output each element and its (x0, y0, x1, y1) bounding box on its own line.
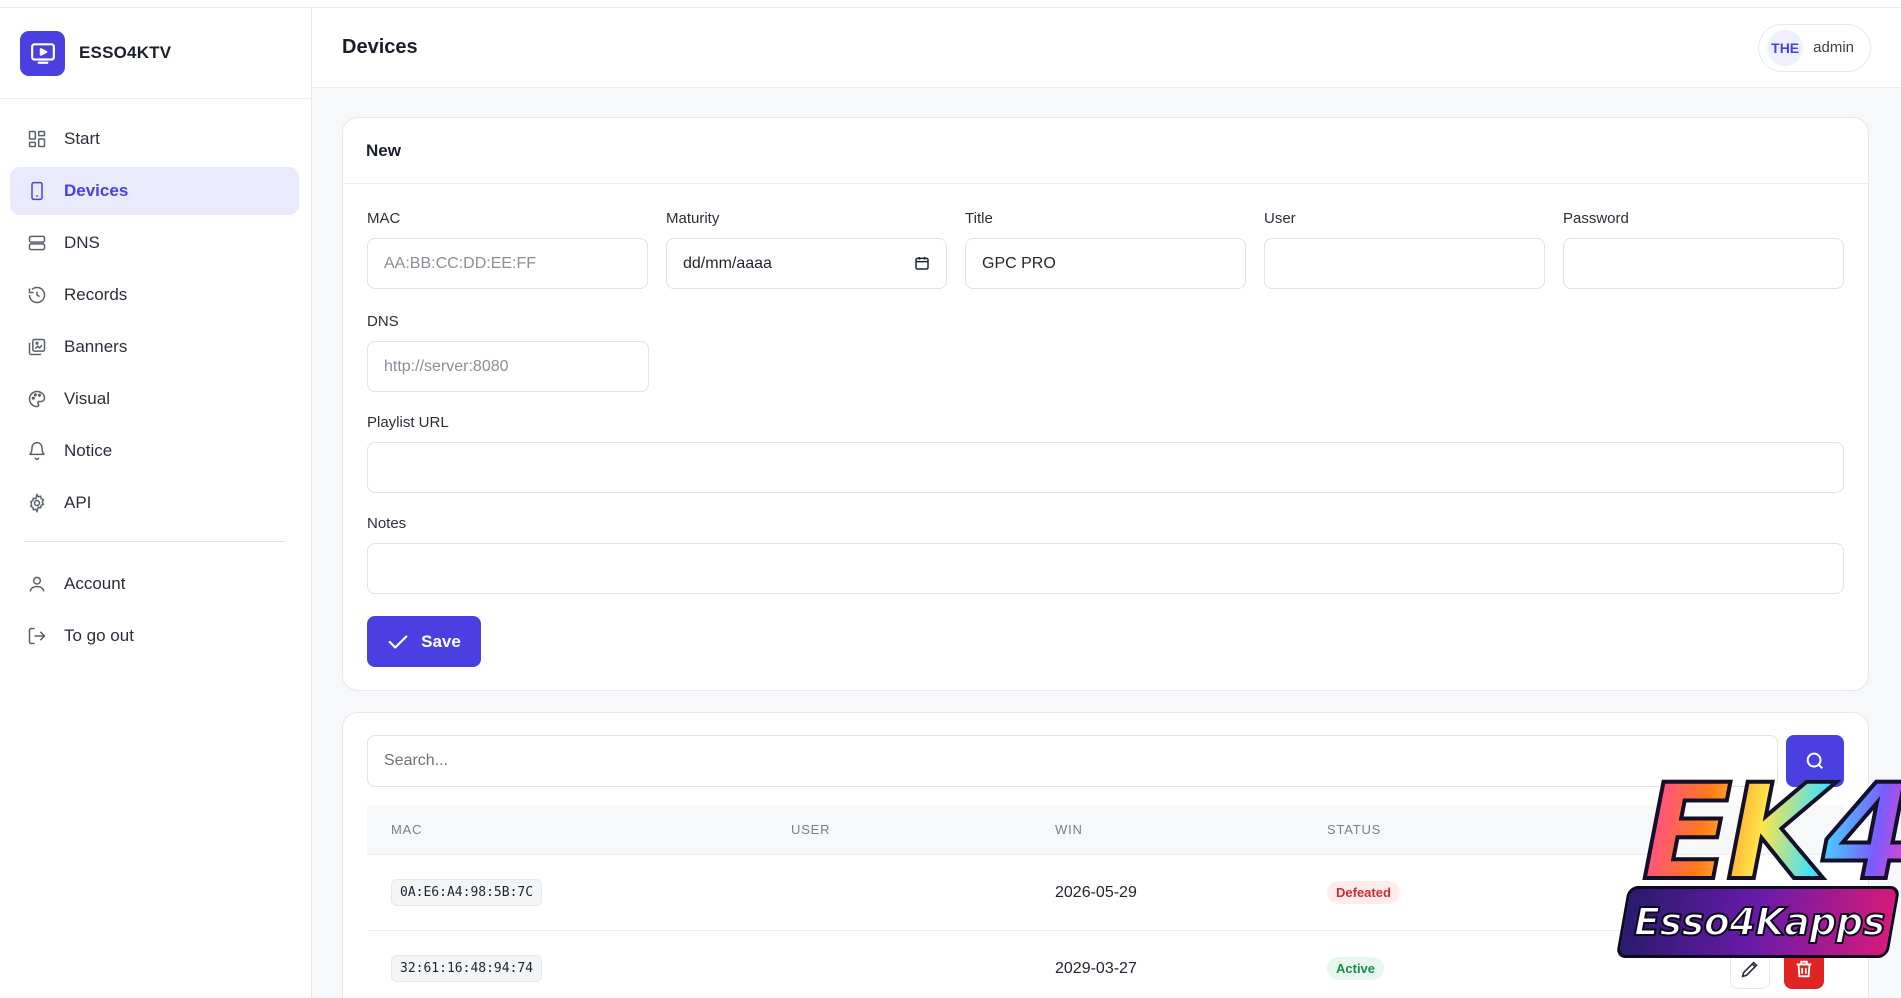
user-input[interactable] (1264, 238, 1545, 289)
mac-field-group: MAC (367, 210, 648, 289)
sidebar-item-label: Banners (64, 337, 128, 356)
sidebar-item-account[interactable]: Account (10, 560, 299, 608)
table-header: MAC USER WIN STATUS (367, 805, 1844, 855)
user-name: admin (1813, 39, 1854, 56)
grid-icon (26, 128, 48, 150)
sidebar-item-dns[interactable]: DNS (10, 219, 299, 267)
calendar-icon[interactable] (914, 255, 930, 276)
images-icon (26, 336, 48, 358)
search-input[interactable] (367, 735, 1778, 787)
sidebar-item-label: API (64, 493, 92, 512)
tv-play-icon (20, 30, 65, 76)
sidebar-item-label: Account (64, 574, 126, 593)
win-value: 2026-05-29 (1055, 883, 1137, 901)
title-label: Title (965, 210, 993, 227)
password-label: Password (1563, 210, 1629, 227)
sidebar-item-label: Visual (64, 389, 110, 408)
card-title: New (343, 118, 1868, 184)
sidebar-item-notice[interactable]: Notice (10, 427, 299, 475)
dns-input[interactable] (367, 341, 649, 392)
app-window: ESSO4KTV Start Devices DNS Records Banne… (0, 7, 1901, 998)
topbar: Devices THE admin (312, 8, 1901, 88)
sidebar-item-start[interactable]: Start (10, 115, 299, 163)
devices-list-card: MAC USER WIN STATUS 0A:E6:A4:98:5B:7C 20… (342, 712, 1869, 998)
dns-field-group: DNS (367, 313, 649, 392)
notes-field-group: Notes (367, 515, 1844, 594)
col-win-header[interactable]: WIN (1055, 822, 1327, 837)
win-value: 2029-03-27 (1055, 959, 1137, 977)
password-input[interactable] (1563, 238, 1844, 289)
sidebar-item-records[interactable]: Records (10, 271, 299, 319)
sidebar-divider (24, 541, 285, 542)
tablet-icon (26, 180, 48, 202)
save-button-label: Save (421, 631, 461, 651)
playlist-label: Playlist URL (367, 414, 449, 431)
new-device-card: New MAC Maturity dd/mm/aaaa (342, 117, 1869, 691)
avatar: THE (1767, 29, 1804, 66)
delete-button[interactable] (1784, 948, 1824, 989)
col-mac-header[interactable]: MAC (367, 822, 791, 837)
maturity-date-input[interactable]: dd/mm/aaaa (666, 238, 947, 289)
sidebar-item-label: Notice (64, 441, 113, 460)
user-label: User (1264, 210, 1296, 227)
logout-icon (26, 625, 48, 647)
trash-icon (1796, 960, 1812, 977)
mac-input[interactable] (367, 238, 648, 289)
sidebar-item-api[interactable]: API (10, 479, 299, 527)
search-button[interactable] (1786, 735, 1844, 787)
playlist-field-group: Playlist URL (367, 414, 1844, 493)
sidebar-item-label: DNS (64, 233, 100, 252)
sidebar-nav: Start Devices DNS Records Banners Visual… (0, 99, 311, 664)
sidebar-item-label: Start (64, 129, 100, 148)
history-icon (26, 284, 48, 306)
mac-label: MAC (367, 210, 401, 227)
user-field-group: User (1264, 210, 1545, 289)
pencil-icon (1741, 960, 1758, 977)
table-row[interactable]: 0A:E6:A4:98:5B:7C 2026-05-29 Defeated (367, 855, 1844, 931)
title-input[interactable] (965, 238, 1246, 289)
mac-value: 0A:E6:A4:98:5B:7C (391, 879, 543, 906)
page-title: Devices (342, 36, 418, 58)
status-badge: Defeated (1327, 881, 1400, 904)
playlist-url-input[interactable] (367, 442, 1844, 493)
mac-value: 32:61:16:48:94:74 (391, 955, 543, 982)
sidebar: ESSO4KTV Start Devices DNS Records Banne… (0, 8, 312, 998)
server-icon (26, 232, 48, 254)
sidebar-item-devices[interactable]: Devices (10, 167, 299, 215)
sidebar-item-label: Devices (64, 181, 129, 200)
col-user-header[interactable]: USER (791, 822, 1055, 837)
gear-icon (26, 492, 48, 514)
sidebar-item-label: Records (64, 285, 128, 304)
user-icon (26, 573, 48, 595)
notes-label: Notes (367, 515, 407, 532)
title-field-group: Title (965, 210, 1246, 289)
dns-label: DNS (367, 313, 399, 330)
password-field-group: Password (1563, 210, 1844, 289)
sidebar-item-visual[interactable]: Visual (10, 375, 299, 423)
sidebar-item-banners[interactable]: Banners (10, 323, 299, 371)
col-status-header[interactable]: STATUS (1327, 822, 1627, 837)
table-row[interactable]: 32:61:16:48:94:74 2029-03-27 Active (367, 931, 1844, 998)
brand[interactable]: ESSO4KTV (0, 8, 311, 99)
notes-input[interactable] (367, 543, 1844, 594)
bell-icon (26, 440, 48, 462)
save-button[interactable]: Save (367, 616, 481, 667)
maturity-field-group: Maturity dd/mm/aaaa (666, 210, 947, 289)
new-device-form: MAC Maturity dd/mm/aaaa Title (343, 184, 1868, 667)
palette-icon (26, 388, 48, 410)
search-icon (1806, 752, 1824, 770)
sidebar-item-label: To go out (64, 626, 134, 645)
edit-button[interactable] (1730, 948, 1770, 989)
sidebar-item-logout[interactable]: To go out (10, 612, 299, 660)
search-bar (343, 713, 1868, 787)
devices-table: MAC USER WIN STATUS 0A:E6:A4:98:5B:7C 20… (367, 805, 1844, 998)
maturity-label: Maturity (666, 210, 720, 227)
status-badge: Active (1327, 957, 1385, 980)
main-content: Devices THE admin New MAC Maturity (312, 8, 1901, 998)
brand-name: ESSO4KTV (79, 43, 172, 62)
check-icon (388, 634, 408, 649)
user-menu[interactable]: THE admin (1758, 23, 1871, 72)
maturity-date-value: dd/mm/aaaa (683, 255, 772, 272)
